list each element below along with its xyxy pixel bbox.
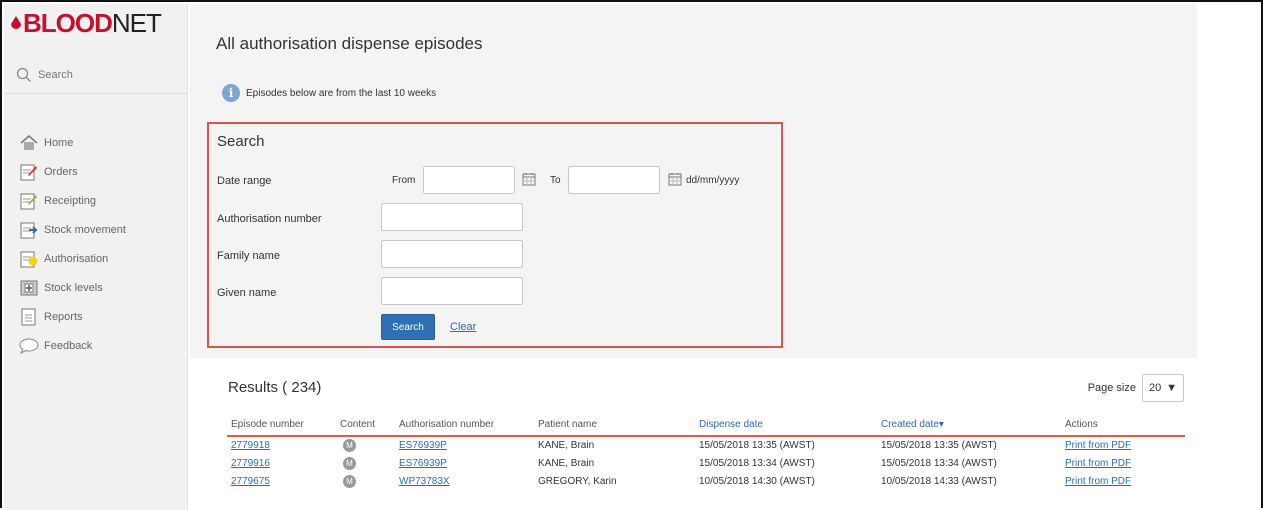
col-created-date[interactable]: Created date▾ — [877, 414, 1061, 437]
patient-name: GREGORY, Karin — [538, 475, 617, 487]
search-panel-title: Search — [217, 133, 265, 150]
table-row: 2779916 M ES76939P KANE, Brain 15/05/201… — [227, 454, 1185, 472]
page-size-select[interactable]: 20 ▼ — [1142, 374, 1184, 402]
orders-icon — [18, 162, 40, 182]
given-name-label: Given name — [217, 287, 277, 299]
date-to-input[interactable] — [568, 166, 660, 194]
results-title: Results ( 234) — [228, 379, 322, 396]
family-name-label: Family name — [217, 250, 280, 262]
search-panel: Search Date range From To dd/mm/yyyy Aut… — [207, 122, 783, 348]
sidebar-item-home[interactable]: Home — [4, 128, 188, 157]
info-icon: i — [222, 84, 240, 102]
receipting-icon — [18, 191, 40, 211]
date-format-hint: dd/mm/yyyy — [686, 175, 740, 186]
sidebar-item-authorisation[interactable]: Authorisation — [4, 244, 188, 273]
print-pdf-link[interactable]: Print from PDF — [1065, 458, 1131, 469]
auth-number-input[interactable] — [381, 203, 523, 231]
sidebar: BLOOD NET Search Home Orders Receipting … — [4, 4, 188, 510]
sidebar-nav: Home Orders Receipting Stock movement Au… — [4, 128, 188, 360]
calendar-icon[interactable] — [668, 172, 682, 186]
blood-drop-icon — [11, 16, 21, 29]
print-pdf-link[interactable]: Print from PDF — [1065, 476, 1131, 487]
episode-link[interactable]: 2779675 — [231, 476, 270, 487]
sidebar-item-label: Receipting — [44, 194, 96, 207]
auth-number-label: Authorisation number — [217, 213, 322, 225]
auth-number-link[interactable]: ES76939P — [399, 440, 447, 451]
sidebar-item-stock-levels[interactable]: Stock levels — [4, 273, 188, 302]
chevron-down-icon: ▼ — [1166, 382, 1177, 394]
sidebar-item-receipting[interactable]: Receipting — [4, 186, 188, 215]
sidebar-item-label: Stock levels — [44, 281, 103, 294]
page-size-label: Page size — [1087, 382, 1136, 394]
search-button[interactable]: Search — [381, 314, 435, 340]
sidebar-item-label: Authorisation — [44, 252, 109, 265]
created-date: 15/05/2018 13:34 (AWST) — [881, 457, 997, 469]
sidebar-item-label: Orders — [44, 165, 78, 178]
auth-number-link[interactable]: ES76939P — [399, 458, 447, 469]
to-label: To — [550, 175, 561, 186]
feedback-icon — [18, 336, 40, 356]
bloodnet-logo[interactable]: BLOOD NET — [10, 7, 162, 38]
episode-link[interactable]: 2779916 — [231, 458, 270, 469]
info-text: Episodes below are from the last 10 week… — [246, 87, 437, 99]
sidebar-search-label: Search — [38, 68, 73, 81]
sidebar-item-stock-movement[interactable]: Stock movement — [4, 215, 188, 244]
logo-blood-text: BLOOD — [23, 7, 113, 38]
info-notice: i Episodes below are from the last 10 we… — [222, 84, 436, 102]
content-badge: M — [343, 474, 356, 488]
reports-icon — [18, 307, 40, 327]
authorisation-icon — [18, 249, 40, 269]
logo-net-text: NET — [111, 7, 162, 38]
col-content: Content — [336, 414, 395, 437]
main-panel: All authorisation dispense episodes i Ep… — [190, 4, 1197, 358]
col-episode-number: Episode number — [227, 414, 336, 437]
search-icon — [16, 67, 31, 82]
sidebar-item-label: Home — [44, 136, 74, 149]
page-size-control: Page size 20 ▼ — [1088, 374, 1184, 402]
table-header-row: Episode number Content Authorisation num… — [227, 414, 1185, 437]
date-from-input[interactable] — [423, 166, 515, 194]
page-title: All authorisation dispense episodes — [216, 34, 483, 53]
dispense-date: 15/05/2018 13:35 (AWST) — [699, 440, 815, 451]
from-label: From — [392, 175, 416, 186]
sidebar-item-label: Reports — [44, 310, 83, 323]
dispense-date: 10/05/2018 14:30 (AWST) — [699, 475, 815, 487]
auth-number-link[interactable]: WP73783X — [399, 476, 450, 487]
sidebar-item-orders[interactable]: Orders — [4, 157, 188, 186]
results-table: Episode number Content Authorisation num… — [227, 414, 1185, 490]
page-size-value: 20 — [1149, 382, 1162, 394]
sidebar-item-label: Feedback — [44, 339, 93, 352]
sidebar-item-feedback[interactable]: Feedback — [4, 331, 188, 360]
sidebar-item-reports[interactable]: Reports — [4, 302, 188, 331]
home-icon — [18, 133, 40, 153]
stock-levels-icon — [18, 278, 40, 298]
content-badge: M — [343, 439, 356, 452]
results-panel: Results ( 234) Page size 20 ▼ Episode nu… — [212, 362, 1197, 510]
patient-name: KANE, Brain — [538, 440, 595, 451]
family-name-input[interactable] — [381, 240, 523, 268]
sidebar-item-label: Stock movement — [44, 223, 126, 236]
print-pdf-link[interactable]: Print from PDF — [1065, 440, 1131, 451]
sidebar-search[interactable]: Search — [4, 56, 188, 94]
col-actions: Actions — [1061, 414, 1185, 437]
given-name-input[interactable] — [381, 277, 523, 305]
date-range-label: Date range — [217, 175, 272, 187]
created-date: 10/05/2018 14:33 (AWST) — [881, 475, 997, 487]
col-dispense-date[interactable]: Dispense date — [695, 414, 877, 437]
created-date: 15/05/2018 13:35 (AWST) — [881, 440, 997, 451]
dispense-date: 15/05/2018 13:34 (AWST) — [699, 457, 815, 469]
stock-movement-icon — [18, 220, 40, 240]
app-frame: BLOOD NET Search Home Orders Receipting … — [0, 0, 1263, 510]
content-badge: M — [343, 456, 356, 470]
table-row: 2779918 M ES76939P KANE, Brain 15/05/201… — [227, 436, 1185, 454]
table-row: 2779675 M WP73783X GREGORY, Karin 10/05/… — [227, 472, 1185, 490]
episode-link[interactable]: 2779918 — [231, 440, 270, 451]
col-patient-name: Patient name — [534, 414, 695, 437]
col-authorisation-number: Authorisation number — [395, 414, 534, 437]
clear-link[interactable]: Clear — [450, 321, 476, 333]
calendar-icon[interactable] — [522, 172, 536, 186]
patient-name: KANE, Brain — [538, 457, 595, 469]
